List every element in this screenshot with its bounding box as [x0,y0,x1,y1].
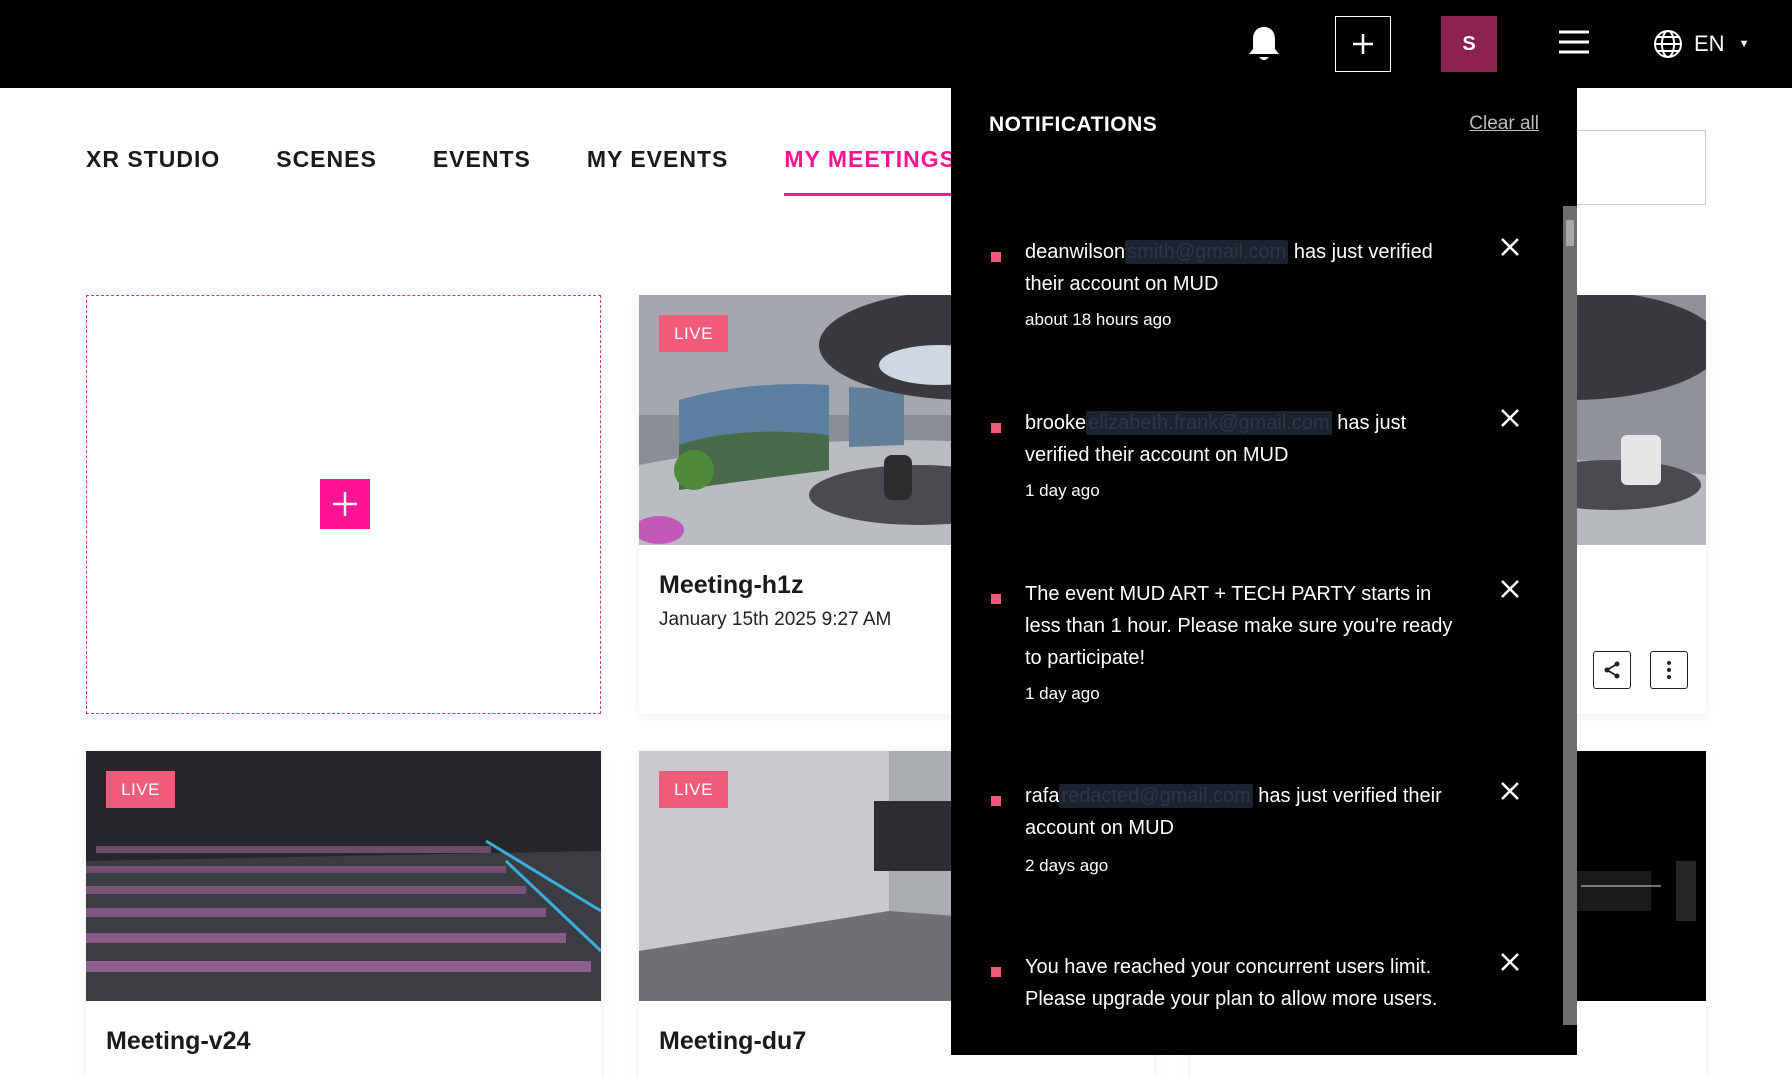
globe-icon [1654,30,1682,58]
main-tabs: XR STUDIO SCENES EVENTS MY EVENTS MY MEE… [86,146,956,196]
meeting-card[interactable]: LIVE Meeting-v24 [86,751,601,1076]
unread-dot [991,796,1001,806]
language-selector[interactable]: EN ▼ [1652,26,1749,62]
redacted-email: redacted@gmail.com [1059,784,1253,808]
notification-message: rafa redacted@gmail.com has just verified… [1025,784,1442,839]
notification-list: deanwilson smith@gmail.com has just verif… [951,88,1561,1055]
tab-events[interactable]: EVENTS [433,146,531,196]
top-bar: S EN ▼ [0,0,1792,88]
add-meeting-button[interactable] [320,479,370,529]
meeting-date: January 15th 2025 9:27 AM [659,609,892,630]
meeting-title: Meeting-v24 [106,1027,251,1055]
unread-dot [991,967,1001,977]
chevron-down-icon: ▼ [1738,38,1750,50]
unread-dot [991,423,1001,433]
close-icon[interactable] [1499,407,1521,429]
new-meeting-card[interactable] [86,295,601,714]
meeting-title: Meeting-du7 [659,1027,807,1055]
bell-icon[interactable] [1246,24,1282,64]
meeting-title: Meeting-h1z [659,571,804,599]
notification-message: The event MUD ART + TECH PARTY starts in… [1025,583,1453,669]
live-badge: LIVE [106,771,175,808]
notification-time: 1 day ago [1025,481,1100,500]
notifications-panel: NOTIFICATIONS Clear all deanwilson smith@… [951,88,1577,1055]
search-input[interactable] [1560,130,1706,205]
close-icon[interactable] [1499,578,1521,600]
notification-message: brooke elizabeth.frank@gmail.com has just… [1025,411,1407,466]
share-button[interactable] [1593,651,1631,689]
plus-icon [1353,34,1373,54]
menu-icon[interactable] [1557,28,1591,56]
notification-message: deanwilson smith@gmail.com has just verif… [1025,240,1433,295]
notification-time: 1 day ago [1025,684,1100,703]
create-button[interactable] [1335,16,1391,72]
tab-my-meetings[interactable]: MY MEETINGS [784,146,956,196]
unread-dot [991,252,1001,262]
notification-message: You have reached your concurrent users l… [1025,956,1438,1010]
notification-time: 2 days ago [1025,856,1109,875]
notification-time: about 18 hours ago [1025,310,1172,329]
language-code: EN [1694,31,1725,56]
close-icon[interactable] [1499,780,1521,802]
redacted-email: elizabeth.frank@gmail.com [1086,411,1332,435]
close-icon[interactable] [1499,951,1521,973]
live-badge: LIVE [659,771,728,808]
scrollbar-thumb[interactable] [1566,220,1574,246]
share-icon [1604,661,1620,679]
tab-scenes[interactable]: SCENES [276,146,377,196]
more-vertical-icon [1667,661,1671,679]
tab-my-events[interactable]: MY EVENTS [587,146,729,196]
plus-icon [333,492,357,516]
live-badge: LIVE [659,315,728,352]
avatar[interactable]: S [1441,16,1497,72]
redacted-email: smith@gmail.com [1125,240,1289,264]
more-options-button[interactable] [1650,651,1688,689]
unread-dot [991,594,1001,604]
close-icon[interactable] [1499,236,1521,258]
notifications-scrollbar[interactable] [1563,206,1577,1025]
tab-xr-studio[interactable]: XR STUDIO [86,146,220,196]
